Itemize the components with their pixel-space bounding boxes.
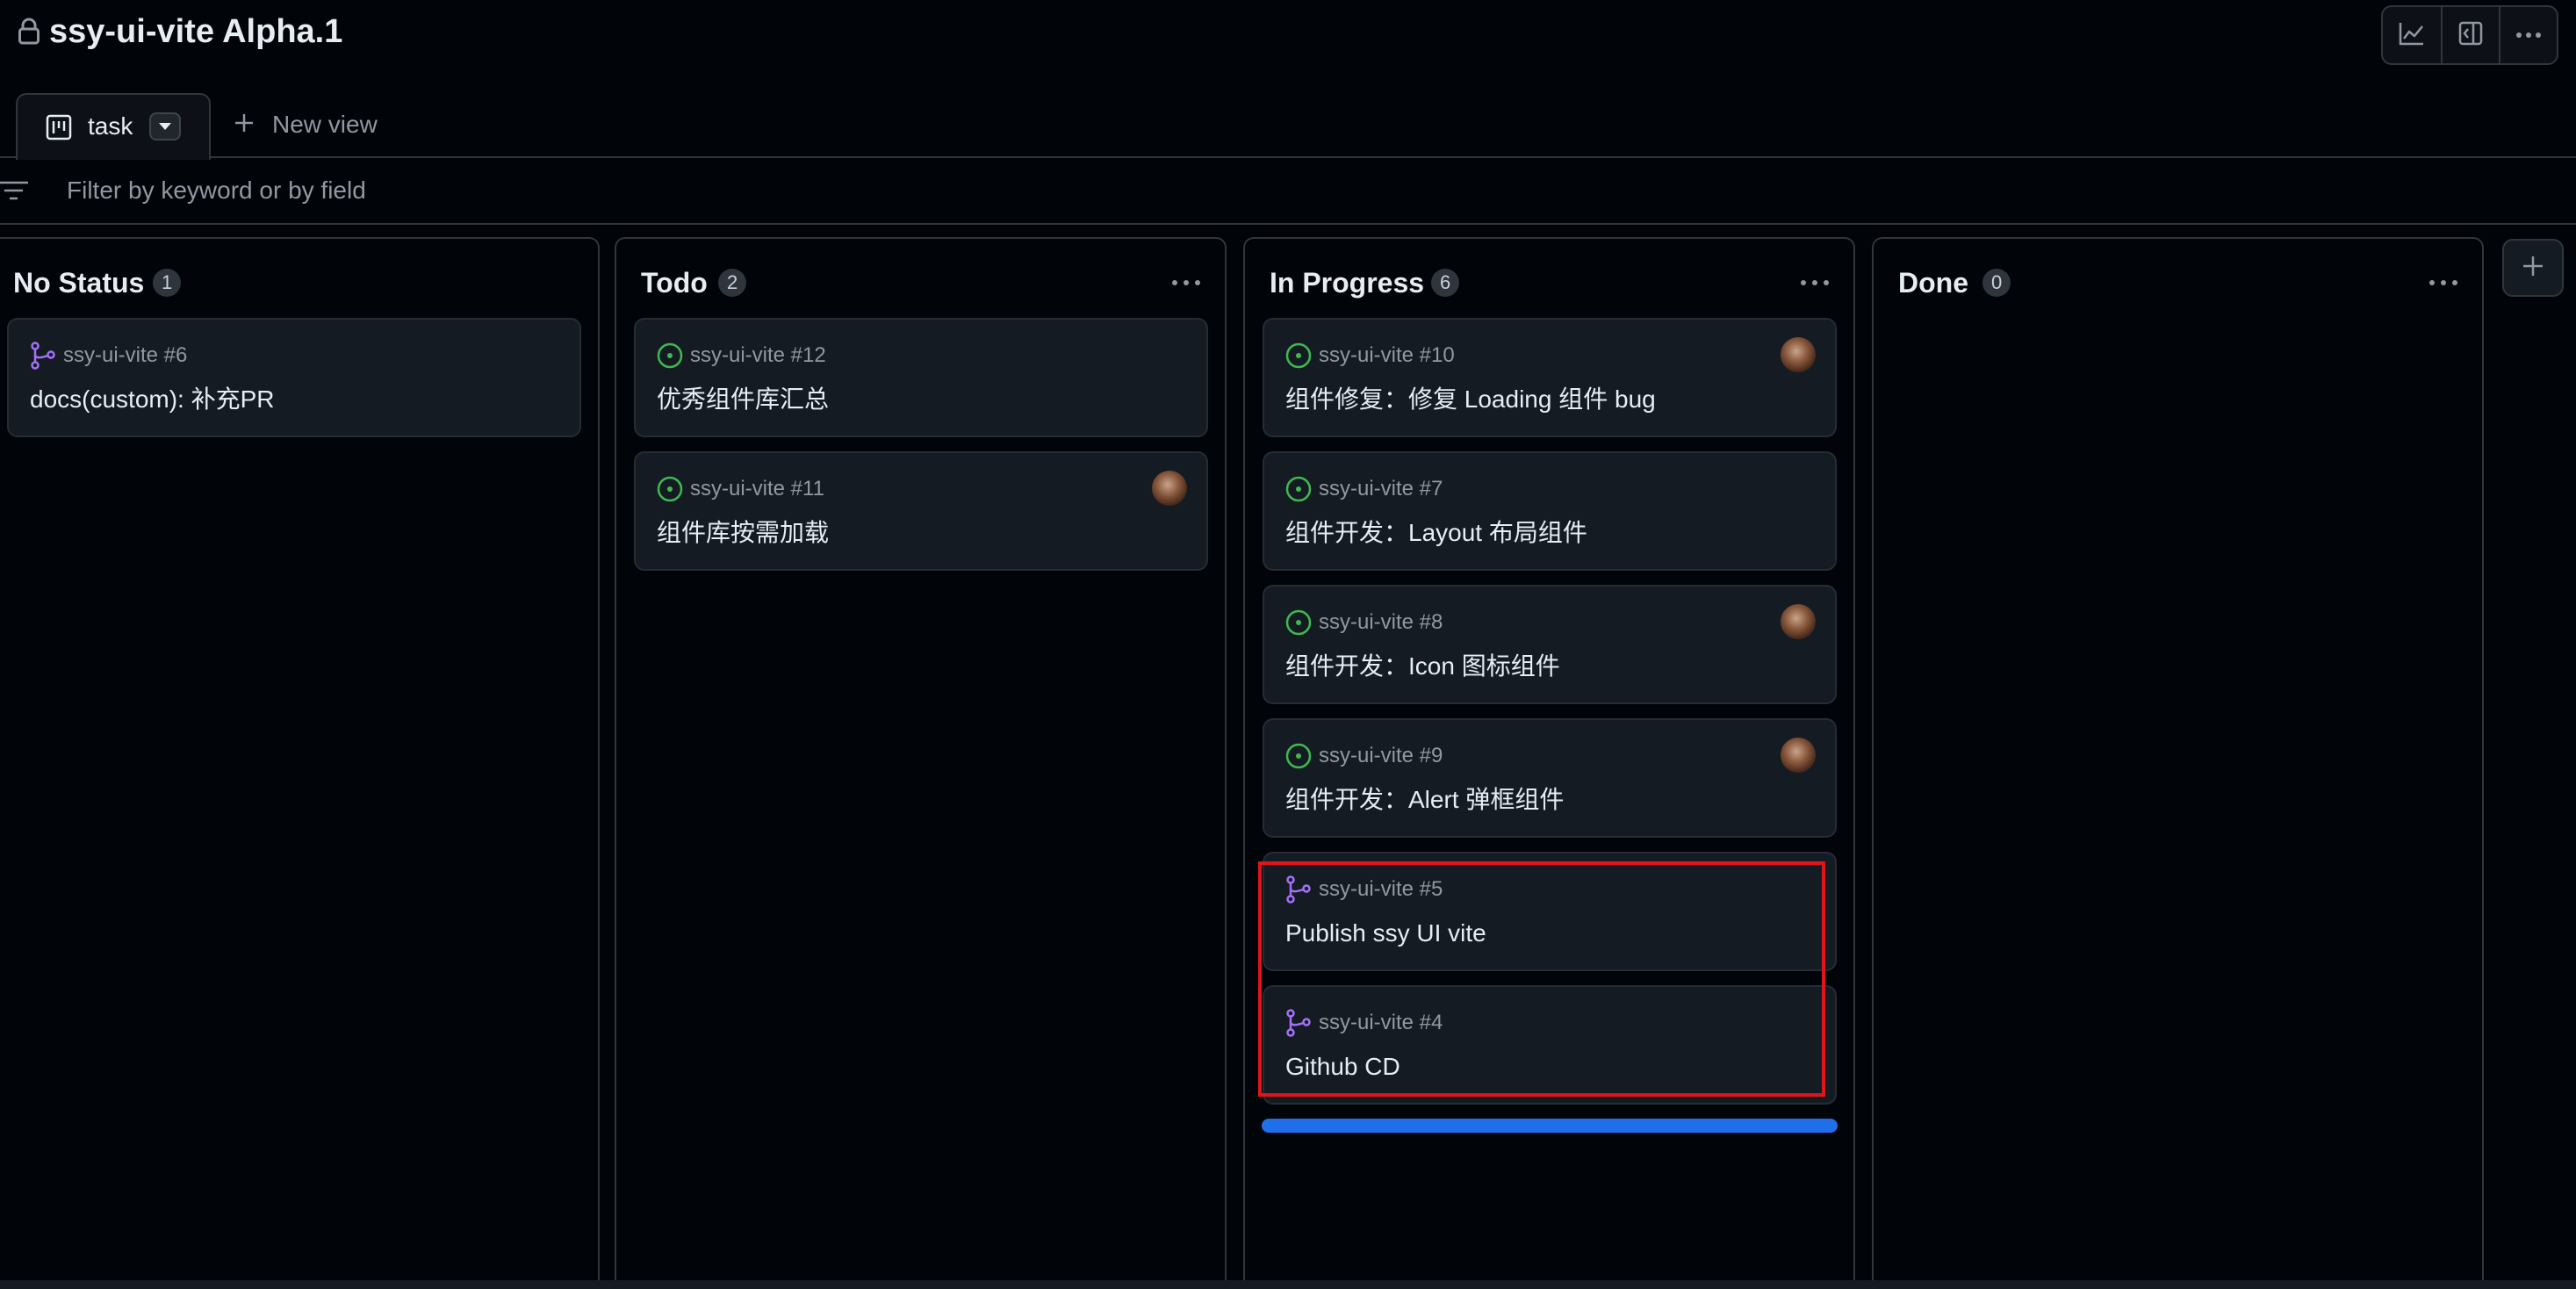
column-count: 1	[153, 269, 182, 297]
card[interactable]: ssy-ui-vite #12 优秀组件库汇总	[634, 318, 1208, 437]
avatar[interactable]	[1152, 471, 1187, 506]
card-ref: ssy-ui-vite #12	[690, 343, 826, 367]
horizontal-scrollbar[interactable]	[0, 1280, 2576, 1289]
lock-icon	[18, 18, 40, 46]
column-header: Done 0	[1874, 239, 2482, 316]
card-ref: ssy-ui-vite #11	[690, 477, 824, 500]
kebab-horizontal-icon	[2515, 27, 2542, 43]
more-options-button[interactable]	[2499, 7, 2557, 63]
column-count: 2	[718, 269, 747, 297]
filter-icon	[0, 179, 30, 206]
column-no-status: No Status 1 ssy-ui-vite #6 docs(custom):…	[0, 237, 600, 1289]
card-ref: ssy-ui-vite #10	[1319, 343, 1455, 367]
toggle-sidebar-button[interactable]	[2441, 7, 2499, 63]
column-name: No Status	[13, 267, 145, 299]
card-ref: ssy-ui-vite #5	[1319, 877, 1443, 901]
filter-bar	[0, 158, 2576, 225]
view-tabs: task New view	[0, 91, 2576, 160]
column-header: No Status 1	[0, 239, 598, 316]
card-ref: ssy-ui-vite #7	[1319, 477, 1443, 500]
column-todo: Todo 2 ssy-ui-vite #12 优秀组件库汇总 ssy-ui-vi…	[615, 237, 1227, 1289]
avatar[interactable]	[1781, 738, 1816, 773]
card[interactable]: ssy-ui-vite #11 组件库按需加载	[634, 451, 1208, 571]
issue-opened-icon	[1284, 608, 1313, 637]
issue-opened-icon	[655, 341, 685, 371]
kebab-horizontal-icon	[2428, 275, 2458, 291]
add-column-button[interactable]	[2502, 239, 2564, 297]
column-name: In Progress	[1270, 267, 1425, 299]
card-ref: ssy-ui-vite #8	[1319, 610, 1443, 634]
git-pull-request-icon	[28, 341, 58, 371]
card-title[interactable]: 组件修复：修复 Loading 组件 bug	[1285, 383, 1656, 416]
card[interactable]: ssy-ui-vite #8 组件开发：Icon 图标组件	[1263, 585, 1837, 704]
insights-button[interactable]	[2383, 7, 2441, 63]
kebab-horizontal-icon	[1171, 275, 1201, 291]
tab-label: task	[88, 112, 133, 140]
git-pull-request-icon	[1284, 1008, 1313, 1038]
card-ref: ssy-ui-vite #4	[1319, 1011, 1443, 1034]
card[interactable]: ssy-ui-vite #9 组件开发：Alert 弹框组件	[1263, 718, 1837, 838]
kebab-horizontal-icon	[1800, 275, 1830, 291]
column-menu-button[interactable]	[1795, 265, 1834, 300]
card[interactable]: ssy-ui-vite #5 Publish ssy UI vite	[1263, 852, 1837, 971]
card-title[interactable]: 组件开发：Alert 弹框组件	[1285, 783, 1564, 817]
card-title[interactable]: 组件开发：Icon 图标组件	[1285, 650, 1560, 683]
card[interactable]: ssy-ui-vite #4 Github CD	[1263, 985, 1837, 1105]
card[interactable]: ssy-ui-vite #10 组件修复：修复 Loading 组件 bug	[1263, 318, 1837, 437]
view-options-button[interactable]	[149, 112, 181, 140]
issue-opened-icon	[1284, 341, 1313, 371]
card[interactable]: ssy-ui-vite #6 docs(custom): 补充PR	[7, 318, 581, 437]
column-header: Todo 2	[616, 239, 1225, 316]
card-title[interactable]: Github CD	[1285, 1050, 1400, 1084]
filter-input[interactable]	[67, 169, 1120, 212]
column-menu-button[interactable]	[1167, 265, 1205, 300]
column-name: Done	[1898, 267, 1968, 299]
tab-task[interactable]: task	[16, 93, 211, 160]
issue-opened-icon	[1284, 741, 1313, 771]
issue-opened-icon	[655, 474, 685, 504]
column-header: In Progress 6	[1245, 239, 1853, 316]
drop-indicator	[1262, 1119, 1838, 1133]
card-title[interactable]: 组件库按需加载	[657, 516, 829, 550]
project-title: ssy-ui-vite Alpha.1	[49, 13, 343, 50]
new-view-label: New view	[272, 111, 378, 138]
new-view-button[interactable]: New view	[234, 109, 378, 140]
plus-icon	[234, 112, 255, 138]
card-title[interactable]: Publish ssy UI vite	[1285, 917, 1486, 950]
column-done: Done 0	[1872, 237, 2484, 1289]
project-board-page: ssy-ui-vite Alpha.1 task New view Filter…	[0, 0, 2576, 1289]
graph-icon	[2399, 21, 2425, 50]
avatar[interactable]	[1781, 337, 1816, 372]
triangle-down-icon	[159, 119, 171, 134]
card-title[interactable]: 组件开发：Layout 布局组件	[1285, 516, 1587, 550]
git-pull-request-icon	[1284, 875, 1313, 904]
project-header: ssy-ui-vite Alpha.1	[0, 0, 2576, 70]
card-ref: ssy-ui-vite #6	[63, 343, 188, 367]
header-actions	[2381, 5, 2558, 65]
column-menu-button[interactable]	[2424, 265, 2463, 300]
project-board-icon	[46, 114, 72, 145]
card-title[interactable]: 优秀组件库汇总	[657, 383, 829, 416]
column-count: 6	[1431, 269, 1460, 297]
card[interactable]: ssy-ui-vite #7 组件开发：Layout 布局组件	[1263, 451, 1837, 571]
column-name: Todo	[641, 267, 708, 299]
card-ref: ssy-ui-vite #9	[1319, 744, 1443, 767]
column-count: 0	[1982, 269, 2011, 297]
sidebar-expand-icon	[2458, 21, 2483, 50]
plus-icon	[2522, 256, 2544, 281]
issue-opened-icon	[1284, 474, 1313, 504]
avatar[interactable]	[1781, 604, 1816, 639]
card-title[interactable]: docs(custom): 补充PR	[30, 383, 275, 416]
